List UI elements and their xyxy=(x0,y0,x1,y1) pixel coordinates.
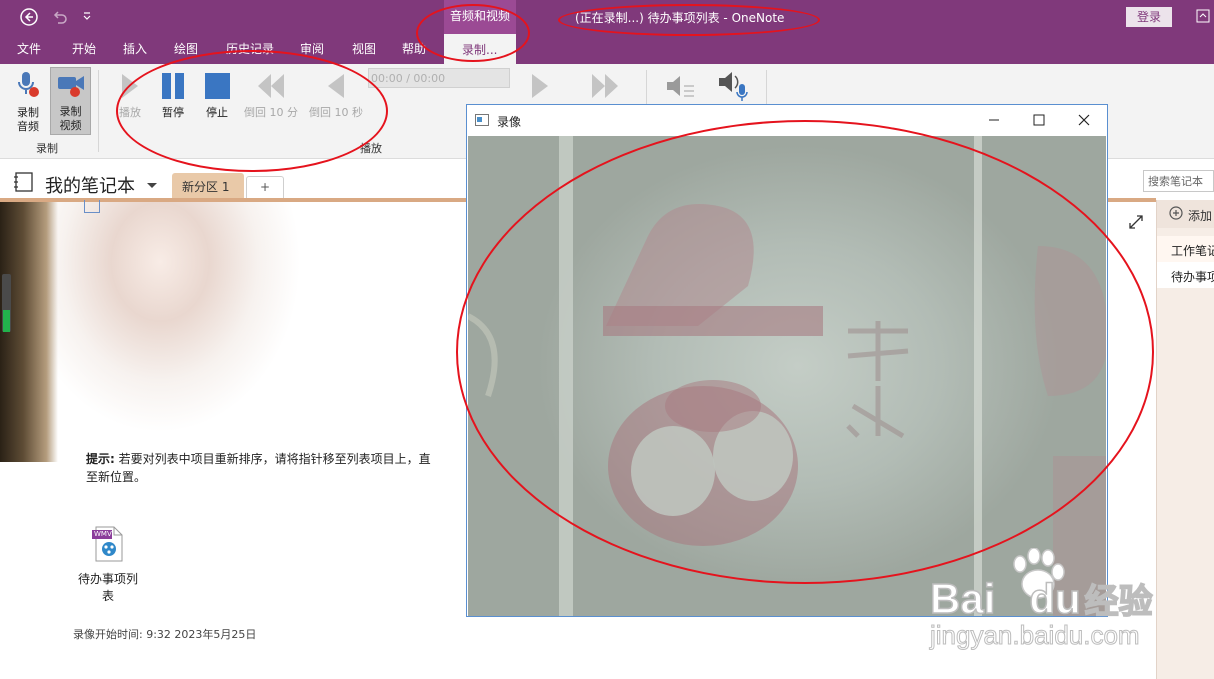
record-video-button[interactable]: 录制 视频 xyxy=(50,67,91,135)
forward-10-sec-button[interactable] xyxy=(530,72,554,102)
add-page-button[interactable]: 添加 xyxy=(1157,200,1214,228)
watermark-url: jingyan.baidu.com xyxy=(930,620,1141,651)
tab-draw[interactable]: 绘图 xyxy=(174,40,198,57)
record-audio-button[interactable]: 录制 音频 xyxy=(8,68,48,136)
page-item-notebook-label: 工作笔记 xyxy=(1171,244,1214,258)
search-input[interactable]: 搜索笔记本 xyxy=(1143,170,1214,192)
video-file-attachment[interactable]: WMV 待办事项列 表 xyxy=(70,526,146,606)
video-window-title: 录像 xyxy=(497,115,522,129)
watermark-line1: Bai du 经验 xyxy=(929,574,1154,623)
expand-icon[interactable] xyxy=(1128,214,1144,233)
page-item-notebook[interactable]: 工作笔记 xyxy=(1157,236,1214,262)
microphone-record-icon xyxy=(14,70,42,100)
video-camera-record-icon xyxy=(56,71,86,99)
speaker-microphone-icon xyxy=(716,70,752,105)
watermark-bai: Bai xyxy=(929,574,996,623)
undo-icon[interactable] xyxy=(52,9,68,25)
window-app-icon xyxy=(475,114,489,129)
wmv-badge: WMV xyxy=(92,530,112,539)
playback-time-field[interactable]: 00:00 / 00:00 xyxy=(368,68,510,88)
watermark-jingyan: 经验 xyxy=(1084,582,1154,622)
forward-double-icon xyxy=(590,72,624,103)
section-tab[interactable]: 新分区 1 xyxy=(172,173,244,199)
login-button[interactable]: 登录 xyxy=(1126,7,1172,27)
volume-button[interactable] xyxy=(664,72,696,102)
section-tab-label: 新分区 1 xyxy=(182,180,230,194)
annotation-circle-title xyxy=(558,4,820,36)
playback-time-text: 00:00 / 00:00 xyxy=(371,72,446,85)
record-start-time: 录像开始时间: 9:32 2023年5月25日 xyxy=(73,628,257,641)
speaker-mic-button[interactable] xyxy=(716,70,752,102)
note-container-handle[interactable] xyxy=(84,200,100,213)
page-item-todo[interactable]: 待办事项 xyxy=(1157,262,1214,288)
annotation-circle-context-tab xyxy=(416,4,530,62)
background-photo-edge xyxy=(0,202,58,462)
annotation-circle-video xyxy=(456,120,1154,584)
wmv-badge-text: WMV xyxy=(94,530,112,538)
forward-icon xyxy=(530,72,554,103)
tip-body: 若要对列表中项目重新排序，请将指针移至列表项目上，直 xyxy=(114,452,431,466)
notebook-icon xyxy=(12,171,36,193)
add-section-button[interactable]: + xyxy=(246,176,284,199)
quick-access-dropdown-icon[interactable] xyxy=(82,10,92,22)
tab-home[interactable]: 开始 xyxy=(72,40,96,57)
ribbon-display-icon[interactable] xyxy=(1196,9,1210,23)
forward-10-min-button[interactable] xyxy=(590,72,624,102)
tip-text-line2: 至新位置。 xyxy=(86,470,147,484)
maximize-icon[interactable] xyxy=(1032,113,1046,127)
record-video-label-2: 视频 xyxy=(59,119,82,132)
annotation-circle-playback xyxy=(116,50,388,172)
ribbon-separator xyxy=(98,70,99,152)
record-group-label: 录制 xyxy=(36,142,58,155)
tab-file[interactable]: 文件 xyxy=(17,40,41,57)
tip-label: 提示: xyxy=(86,452,115,466)
tab-insert[interactable]: 插入 xyxy=(123,40,147,57)
chevron-down-icon[interactable] xyxy=(146,179,158,193)
plus-circle-icon xyxy=(1169,206,1183,223)
close-icon[interactable] xyxy=(1077,113,1091,127)
watermark-du: du xyxy=(1029,574,1082,623)
tip-text: 提示: 若要对列表中项目重新排序，请将指针移至列表项目上，直 xyxy=(86,450,431,467)
tab-view[interactable]: 视图 xyxy=(352,40,376,57)
baidu-watermark: Bai du 经验 jingyan.baidu.com xyxy=(929,547,1214,668)
back-icon[interactable] xyxy=(20,8,38,26)
level-meter-fill xyxy=(3,310,10,332)
file-name-line1: 待办事项列 xyxy=(77,572,138,586)
minimize-icon[interactable] xyxy=(987,113,1001,127)
add-page-label: 添加 xyxy=(1188,209,1213,223)
record-audio-label-2: 音频 xyxy=(17,120,39,133)
speaker-icon xyxy=(664,72,696,105)
file-name-line2: 表 xyxy=(101,589,114,603)
page-item-todo-label: 待办事项 xyxy=(1171,270,1214,284)
notebook-name[interactable]: 我的笔记本 xyxy=(45,172,135,198)
